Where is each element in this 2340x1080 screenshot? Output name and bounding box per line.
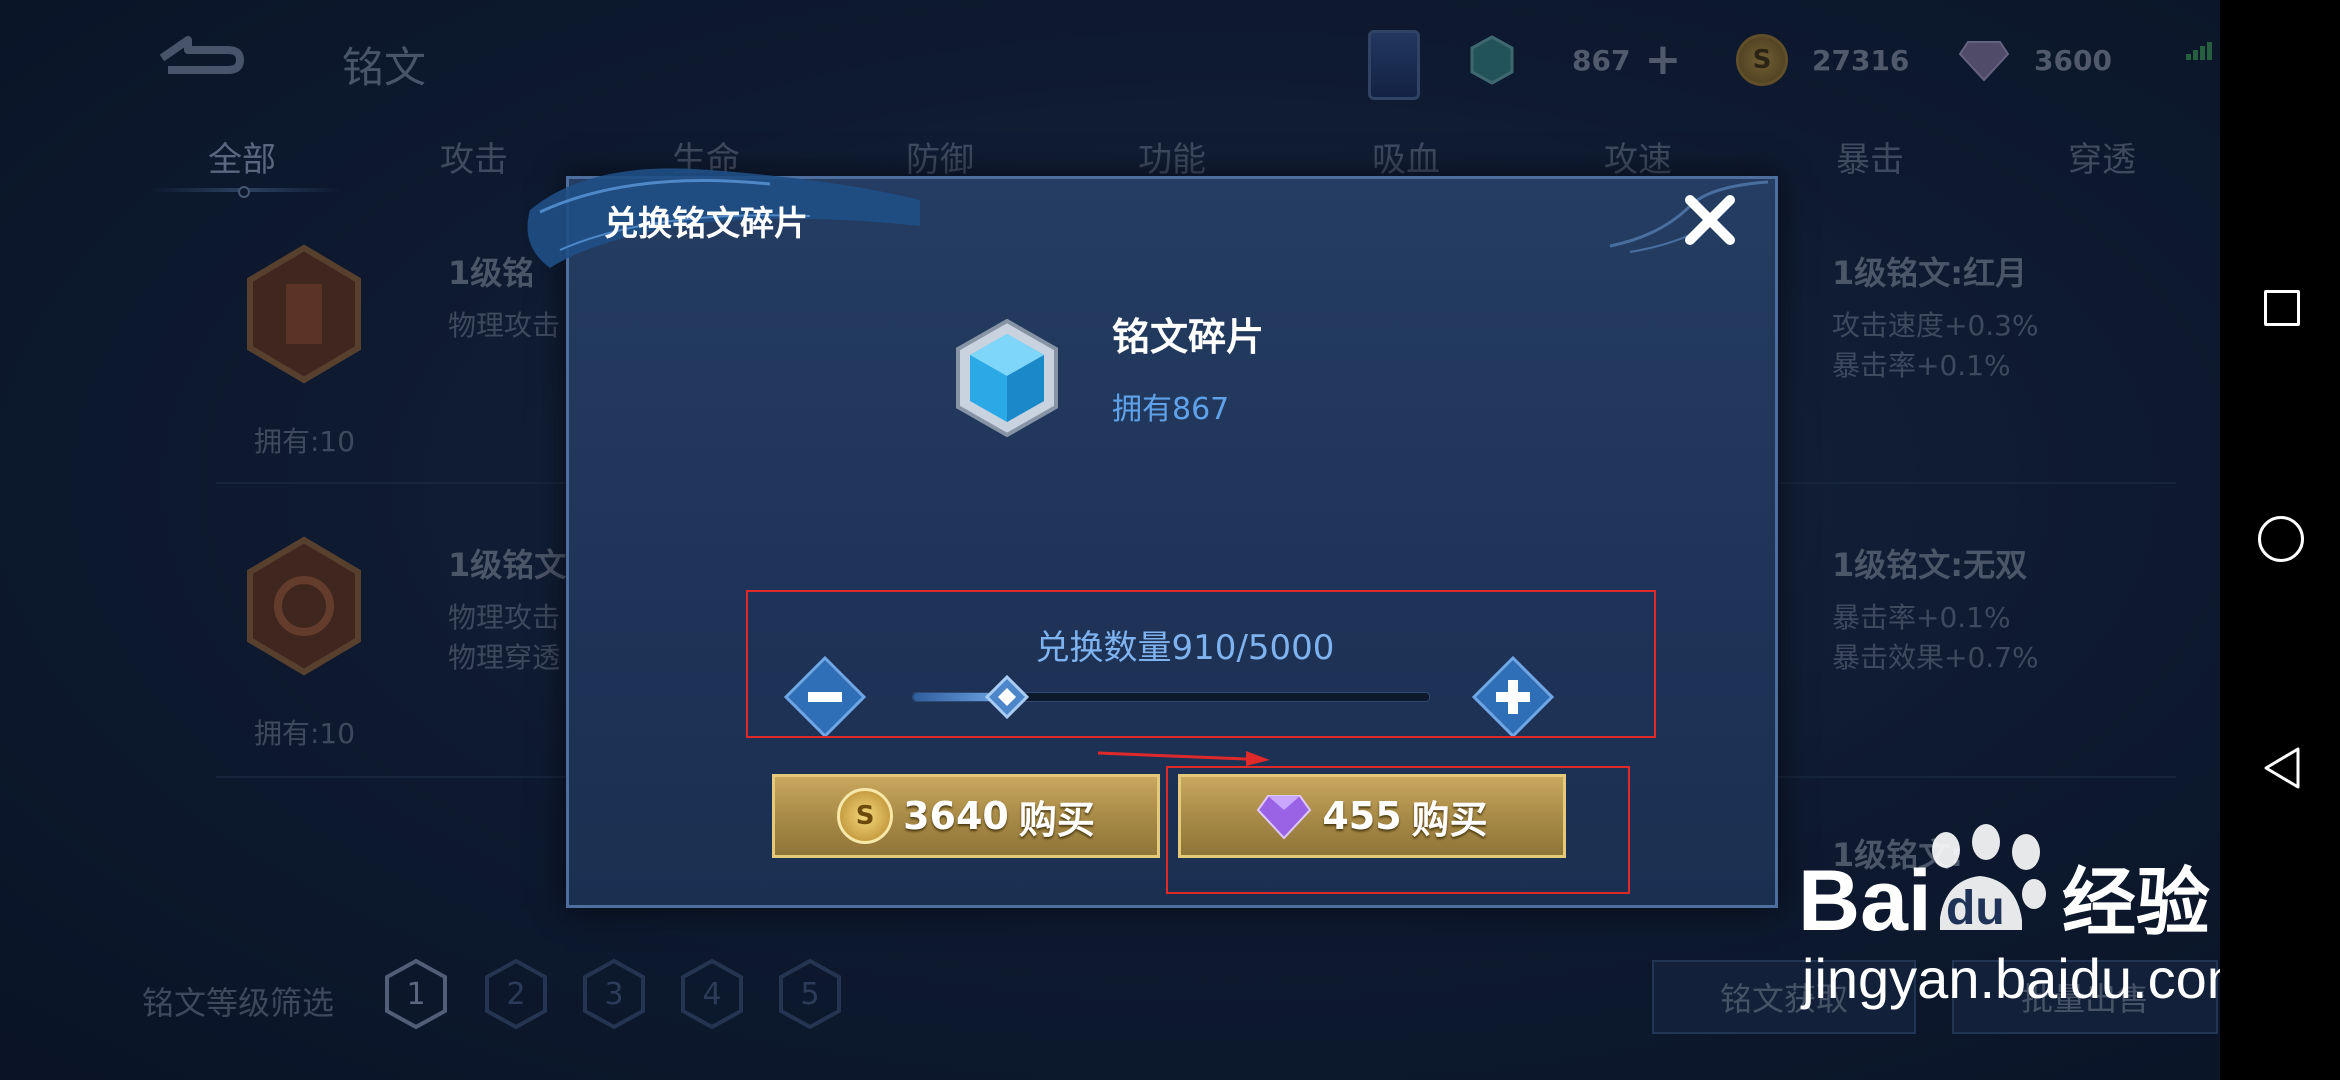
baidu-watermark-logo: Bai du 经验 bbox=[1798, 824, 2210, 949]
watermark-brand-du: du bbox=[1946, 882, 2005, 935]
close-icon[interactable] bbox=[1680, 190, 1740, 250]
watermark-url: jingyan.baidu.com bbox=[1802, 947, 2254, 1010]
home-icon[interactable] bbox=[2258, 516, 2304, 562]
annotation-box-diamond bbox=[1166, 766, 1630, 894]
item-name: 铭文碎片 bbox=[1112, 315, 1265, 359]
rune-fragment-icon bbox=[956, 318, 1058, 438]
gold-price: 3640 bbox=[903, 794, 1009, 838]
annotation-arrow-icon bbox=[1097, 751, 1270, 766]
dialog-title: 兑换铭文碎片 bbox=[604, 204, 808, 244]
buy-label: 购买 bbox=[1018, 797, 1095, 842]
watermark-brand: Bai bbox=[1798, 853, 1932, 949]
annotation-box-quantity bbox=[746, 590, 1656, 738]
gold-coin-icon: S bbox=[837, 788, 894, 844]
item-owned-count: 拥有867 bbox=[1112, 392, 1230, 427]
nav-back-icon[interactable] bbox=[2262, 746, 2302, 790]
recent-apps-icon[interactable] bbox=[2264, 290, 2300, 326]
watermark-brand-cn: 经验 bbox=[2062, 860, 2210, 946]
buy-with-gold-button[interactable]: S 3640 购买 bbox=[772, 774, 1160, 858]
